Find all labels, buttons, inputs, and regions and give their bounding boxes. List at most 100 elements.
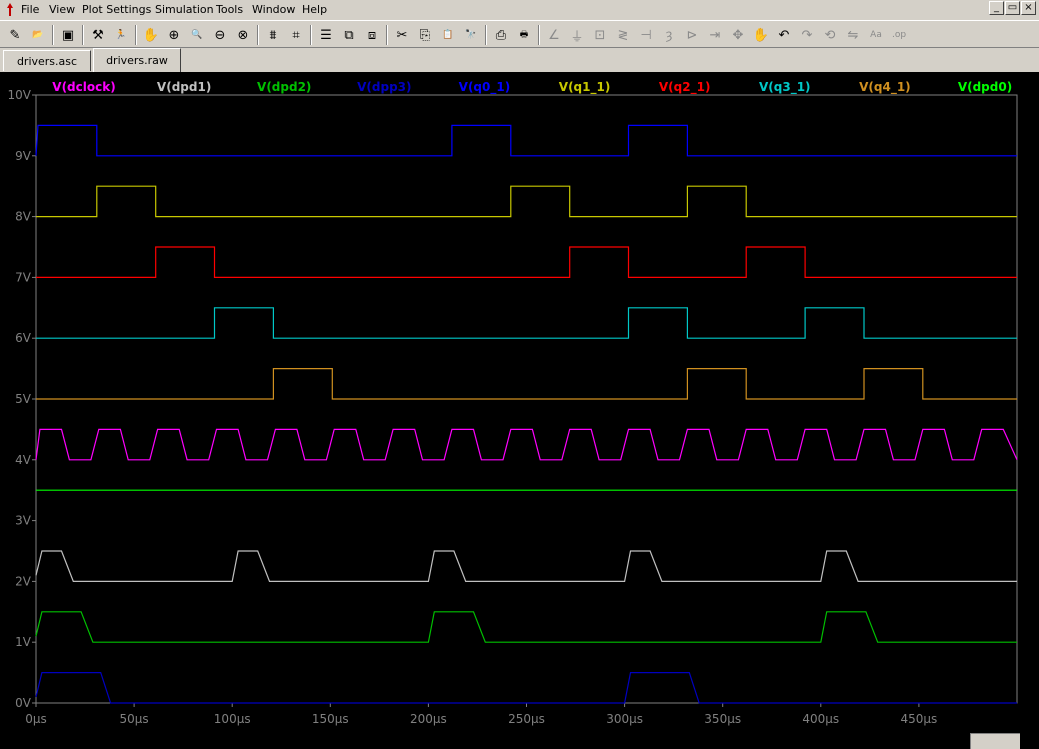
autorange-icon: ⩩ — [269, 27, 277, 43]
zoom-area-button[interactable]: 🔍 — [186, 24, 208, 46]
tile-vertical-icon: ⧈ — [367, 27, 377, 43]
print-icon: 🖶 — [519, 30, 529, 40]
y-tick-label: 1V — [15, 635, 32, 649]
spice-directive-icon: .op — [891, 30, 907, 40]
x-tick-label: 250µs — [508, 712, 545, 726]
menu-file[interactable]: File — [21, 3, 39, 17]
open-button[interactable]: 📂 — [27, 24, 49, 46]
cascade-icon: ⧉ — [344, 27, 354, 43]
menu-window[interactable]: Window — [252, 3, 295, 17]
x-tick-label: 100µs — [214, 712, 251, 726]
trace-vq31 — [36, 307, 1017, 339]
x-tick-label: 150µs — [312, 712, 349, 726]
find-icon: 🔭 — [465, 30, 477, 40]
x-tick-label: 0µs — [25, 712, 47, 726]
run-button[interactable]: 🏃 — [110, 24, 132, 46]
copy-icon: ⎘ — [419, 27, 431, 43]
trace-vdpd2 — [35, 611, 1017, 643]
menu-help[interactable]: Help — [302, 3, 327, 17]
minimize-button[interactable]: _ — [989, 1, 1004, 15]
menu-bar: File View Plot Settings Simulation Tools… — [0, 0, 1039, 20]
waveform-plot-pane[interactable]: 0V 1V 2V 3V 4V 5V 6V 7V 8V 9V 10V 0µs 50µs 100µs 150µs… — [0, 72, 1039, 749]
zoom-out-button[interactable]: ⊖ — [209, 24, 231, 46]
undo-button[interactable]: ↶ — [773, 24, 795, 46]
trace-vq21 — [36, 246, 1017, 278]
cut-button[interactable]: ✂ — [391, 24, 413, 46]
trace-vdclock — [35, 428, 1018, 461]
print-preview-icon: ⎙ — [495, 27, 507, 43]
pan-hand-button[interactable]: ✋ — [140, 24, 162, 46]
zoom-out-icon: ⊖ — [214, 27, 226, 43]
menu-plot-settings[interactable]: Plot Settings — [82, 3, 151, 17]
tab-drivers-asc[interactable]: drivers.asc — [3, 50, 91, 71]
redo-button[interactable]: ↷ — [796, 24, 818, 46]
inductor-button[interactable]: ȝ — [658, 24, 680, 46]
zoom-cancel-button[interactable]: ⊗ — [232, 24, 254, 46]
menu-view[interactable]: View — [49, 3, 75, 17]
y-tick-label: 8V — [15, 210, 32, 224]
y-tick-label: 6V — [15, 331, 32, 345]
cascade-button[interactable]: ⧉ — [338, 24, 360, 46]
move-button[interactable]: ✥ — [727, 24, 749, 46]
diode-button[interactable]: ⊳ — [681, 24, 703, 46]
pan-hand-icon: ✋ — [142, 27, 160, 43]
mirror-icon: ⇋ — [847, 27, 859, 43]
control-panel-icon: ⚒ — [92, 27, 104, 43]
legend-label-vdpd1: V(dpd1) — [157, 80, 211, 94]
y-tick-label: 0V — [15, 696, 32, 710]
zoom-in-button[interactable]: ⊕ — [163, 24, 185, 46]
save-button[interactable]: ▣ — [57, 24, 79, 46]
y-tick-label: 2V — [15, 574, 32, 588]
y-tick-label: 7V — [15, 270, 32, 284]
text-button[interactable]: Aa — [865, 24, 887, 46]
run-icon: 🏃 — [115, 30, 127, 40]
new-schematic-button[interactable]: ✎ — [4, 24, 26, 46]
save-icon: ▣ — [61, 27, 75, 43]
menu-tools[interactable]: Tools — [216, 3, 243, 17]
y-tick-label: 5V — [15, 392, 32, 406]
copy-button[interactable]: ⎘ — [414, 24, 436, 46]
diode-icon: ⊳ — [686, 27, 698, 43]
fit-button[interactable]: ⌗ — [285, 24, 307, 46]
component-button[interactable]: ⇥ — [704, 24, 726, 46]
resistor-button[interactable]: ≷ — [612, 24, 634, 46]
legend-label-vq11: V(q1_1) — [559, 80, 611, 95]
tile-vertical-button[interactable]: ⧈ — [361, 24, 383, 46]
close-button[interactable]: × — [1021, 1, 1036, 15]
menu-simulation[interactable]: Simulation — [155, 3, 214, 17]
legend-label-vq31: V(q3_1) — [759, 80, 811, 95]
drag-button[interactable]: ✋ — [750, 24, 772, 46]
legend-label-vq21: V(q2_1) — [659, 80, 711, 95]
drag-icon: ✋ — [752, 27, 770, 43]
x-tick-label: 400µs — [802, 712, 839, 726]
tile-horizontal-button[interactable]: ☰ — [315, 24, 337, 46]
label-net-button[interactable]: ⊡ — [589, 24, 611, 46]
y-tick-label: 4V — [15, 453, 32, 467]
mirror-button[interactable]: ⇋ — [842, 24, 864, 46]
restore-button[interactable]: ▭ — [1005, 1, 1020, 15]
autorange-button[interactable]: ⩩ — [262, 24, 284, 46]
legend-label-vdpp3: V(dpp3) — [357, 80, 411, 94]
ground-button[interactable]: ⏚ — [566, 24, 588, 46]
undo-icon: ↶ — [778, 27, 790, 43]
rotate-button[interactable]: ⟲ — [819, 24, 841, 46]
waveform-chart[interactable]: 0V 1V 2V 3V 4V 5V 6V 7V 8V 9V 10V 0µs 50µs 100µs 150µs… — [0, 72, 1039, 749]
toolbar-separator — [386, 25, 388, 45]
ltspice-app-icon[interactable] — [3, 2, 17, 18]
print-preview-button[interactable]: ⎙ — [490, 24, 512, 46]
x-tick-label: 200µs — [410, 712, 447, 726]
paste-button[interactable]: 📋 — [437, 24, 459, 46]
zoom-area-icon: 🔍 — [191, 30, 203, 40]
x-tick-label: 300µs — [606, 712, 643, 726]
toolbar-separator — [52, 25, 54, 45]
find-button[interactable]: 🔭 — [460, 24, 482, 46]
spice-directive-button[interactable]: .op — [888, 24, 910, 46]
draw-wire-button[interactable]: ∠ — [543, 24, 565, 46]
zoom-cancel-icon: ⊗ — [237, 27, 249, 43]
capacitor-button[interactable]: ⊣ — [635, 24, 657, 46]
tab-drivers-raw[interactable]: drivers.raw — [93, 48, 181, 72]
control-panel-button[interactable]: ⚒ — [87, 24, 109, 46]
print-button[interactable]: 🖶 — [513, 24, 535, 46]
draw-wire-icon: ∠ — [548, 27, 560, 43]
component-icon: ⇥ — [709, 27, 721, 43]
